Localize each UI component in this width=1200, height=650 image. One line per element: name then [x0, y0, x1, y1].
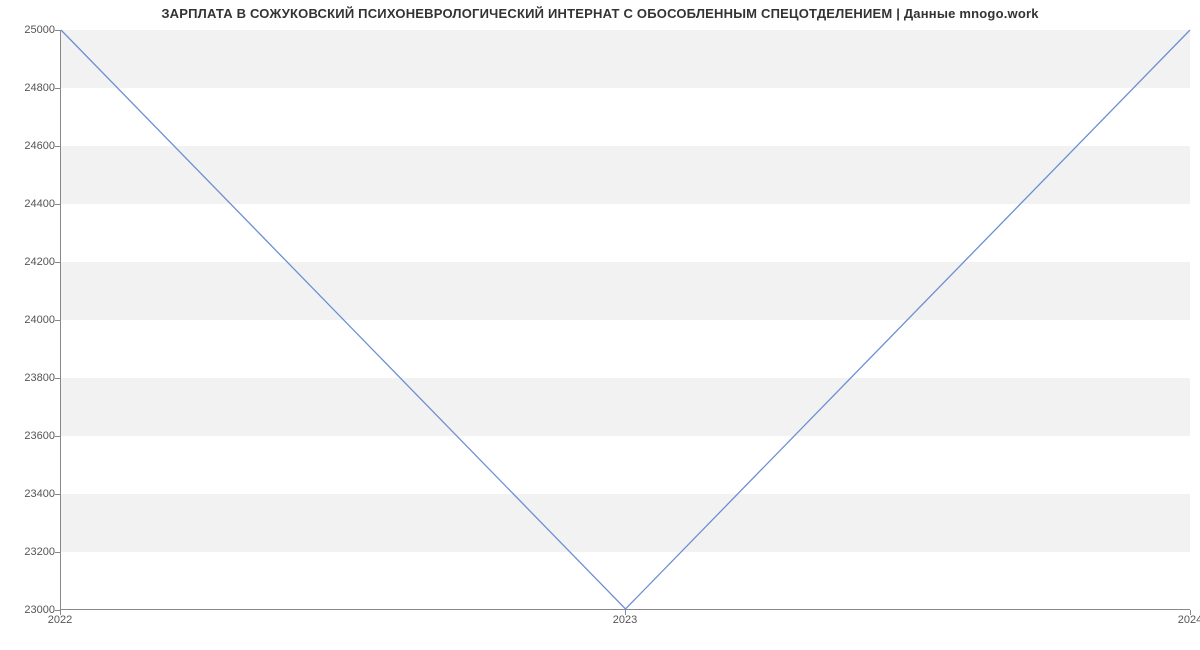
x-tick-label: 2024 [1178, 614, 1200, 626]
chart-title: ЗАРПЛАТА В СОЖУКОВСКИЙ ПСИХОНЕВРОЛОГИЧЕС… [0, 6, 1200, 21]
y-tick [55, 436, 60, 437]
y-tick-label: 23800 [5, 372, 55, 384]
y-tick-label: 25000 [5, 24, 55, 36]
data-line [61, 30, 1190, 609]
y-tick-label: 24800 [5, 82, 55, 94]
plot-area [60, 30, 1190, 610]
y-tick [55, 494, 60, 495]
y-tick [55, 88, 60, 89]
y-tick-label: 24200 [5, 256, 55, 268]
y-tick [55, 262, 60, 263]
y-tick-label: 24600 [5, 140, 55, 152]
x-tick [1190, 610, 1191, 615]
y-tick [55, 552, 60, 553]
y-tick [55, 320, 60, 321]
y-tick [55, 378, 60, 379]
y-tick-label: 23600 [5, 430, 55, 442]
y-tick-label: 23400 [5, 488, 55, 500]
x-tick-label: 2022 [48, 614, 72, 626]
y-tick [55, 204, 60, 205]
y-tick-label: 23200 [5, 546, 55, 558]
x-tick [60, 610, 61, 615]
x-tick [625, 610, 626, 615]
x-tick-label: 2023 [613, 614, 637, 626]
y-tick-label: 24400 [5, 198, 55, 210]
y-tick [55, 30, 60, 31]
y-tick [55, 146, 60, 147]
y-tick-label: 24000 [5, 314, 55, 326]
